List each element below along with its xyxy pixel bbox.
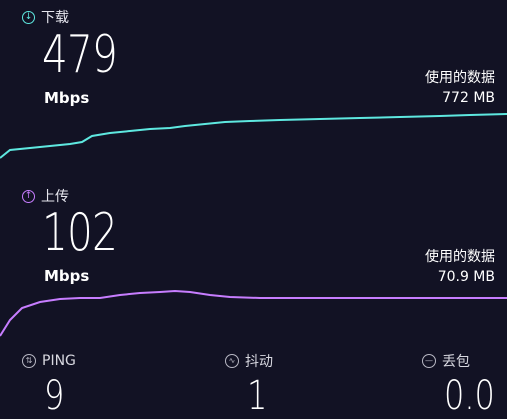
jitter-stat: ∿ 抖动 1 xyxy=(225,348,273,416)
download-arrow-icon: ↓ xyxy=(22,10,35,24)
download-usage-label: 使用的数据 xyxy=(425,70,495,86)
upload-section: ↑ 上传 102 Mbps 使用的数据 70.9 MB xyxy=(0,178,507,348)
packet-loss-icon: — xyxy=(422,354,436,368)
download-speed-line xyxy=(0,113,507,159)
download-label-row: ↓ 下载 xyxy=(22,7,69,27)
loss-stat: — 丢包 0.0 xyxy=(422,348,507,416)
jitter-label: 抖动 xyxy=(245,354,273,370)
upload-speed-value: 102 xyxy=(42,203,118,263)
download-label: 下载 xyxy=(41,10,69,26)
loss-value: 0.0 xyxy=(444,373,495,419)
upload-speed-line xyxy=(0,289,507,337)
ping-icon: ⇅ xyxy=(22,354,36,368)
upload-usage-label: 使用的数据 xyxy=(425,249,495,265)
ping-label: PING xyxy=(42,353,76,369)
download-section: ↓ 下载 479 Mbps 使用的数据 772 MB xyxy=(0,0,507,170)
ping-stat: ⇅ PING 9 xyxy=(22,348,76,416)
download-speed-graph xyxy=(0,113,507,159)
loss-label: 丢包 xyxy=(442,354,470,370)
download-speed-value: 479 xyxy=(42,25,118,85)
upload-speed-graph xyxy=(0,289,507,337)
ping-value: 9 xyxy=(44,373,65,419)
jitter-value: 1 xyxy=(247,373,268,419)
jitter-wave-icon: ∿ xyxy=(225,354,239,368)
upload-arrow-icon: ↑ xyxy=(22,189,35,203)
stats-row: ⇅ PING 9 ∿ 抖动 1 — 丢包 0.0 xyxy=(0,348,507,416)
